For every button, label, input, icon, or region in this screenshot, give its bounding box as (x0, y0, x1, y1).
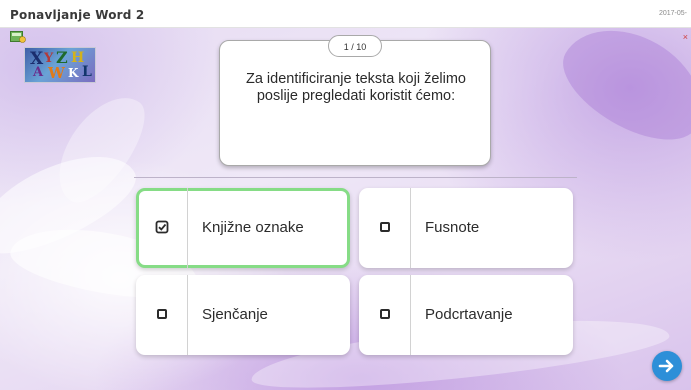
app-header: Ponavljanje Word 2 2017-05- (0, 0, 691, 28)
question-counter: 1 / 10 (328, 35, 382, 57)
arrow-right-icon (658, 359, 674, 373)
answer-label: Fusnote (425, 219, 480, 236)
answer-icon-cell (136, 188, 188, 268)
answer-icon-cell (136, 275, 188, 355)
divider (134, 177, 577, 178)
answer-label: Podcrtavanje (425, 306, 513, 323)
next-button[interactable] (652, 351, 682, 381)
answer-icon-cell (359, 275, 411, 355)
checked-box-icon (155, 220, 169, 234)
checkbox-icon (380, 309, 390, 319)
answer-option-4[interactable]: Podcrtavanje (359, 275, 573, 355)
question-text: Za identificiranje teksta koji želimo po… (245, 71, 466, 104)
date-label: 2017-05- (658, 10, 687, 17)
answer-label: Sjenčanje (202, 306, 268, 323)
answer-label: Knjižne oznake (202, 219, 304, 236)
crossword-logo: X Y Z H A W K L (24, 47, 96, 83)
answer-option-2[interactable]: Fusnote (359, 188, 573, 268)
quiz-stage: X Y Z H A W K L × 1 / 10 Za identificira… (0, 28, 691, 390)
answer-icon-cell (359, 188, 411, 268)
answer-option-3[interactable]: Sjenčanje (136, 275, 350, 355)
close-icon[interactable]: × (683, 32, 688, 42)
checkbox-icon (380, 222, 390, 232)
checkbox-icon (157, 309, 167, 319)
quiz-icon[interactable] (10, 31, 26, 43)
question-card: 1 / 10 Za identificiranje teksta koji že… (219, 35, 491, 166)
quiz-title: Ponavljanje Word 2 (10, 8, 145, 22)
background-petal (547, 28, 691, 160)
answer-option-1[interactable]: Knjižne oznake (136, 188, 350, 268)
